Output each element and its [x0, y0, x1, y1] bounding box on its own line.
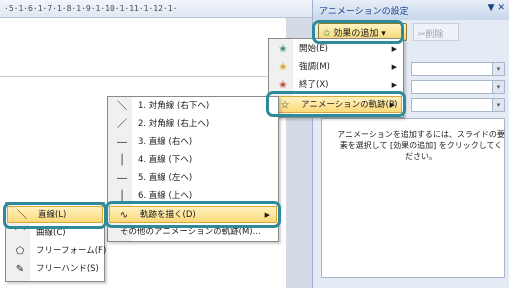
speed-dropdown[interactable]: ▾ — [411, 98, 505, 112]
menu-item-label: 終了(X) — [299, 80, 329, 90]
menu-item-label: 強調(M) — [299, 62, 330, 72]
remove-label: 削除 — [425, 30, 444, 40]
remove-button[interactable]: ✂削除 — [413, 23, 459, 41]
menu-item-diagonal-down-right[interactable]: ＼ 1. 対角線 (右下へ) — [108, 98, 278, 115]
menu-item-label: 2. 対角線 (右上へ) — [138, 119, 210, 129]
menu-item-label: その他のアニメーションの軌跡(M)... — [120, 227, 261, 237]
chevron-down-icon: ▾ — [492, 63, 504, 75]
menu-item-scribble[interactable]: ✎ フリーハンド(S) — [6, 261, 104, 278]
direction-dropdown[interactable]: ▾ — [411, 80, 505, 94]
highlight-callout — [266, 91, 406, 117]
scribble-icon: ✎ — [15, 264, 25, 275]
menu-item-label: 曲線(C) — [36, 228, 66, 238]
menu-item-label: フリーフォーム(F) — [36, 246, 107, 256]
chevron-down-icon: ▾ — [492, 99, 504, 111]
horizontal-line-icon: ― — [117, 137, 127, 148]
diagonal-line-icon: ＼ — [117, 101, 127, 112]
highlight-callout — [312, 20, 404, 44]
menu-item-label: 4. 直線 (下へ) — [138, 155, 193, 165]
task-pane-controls[interactable]: ▼ ✕ — [488, 3, 505, 13]
menu-item-line-right[interactable]: ― 3. 直線 (右へ) — [108, 134, 278, 151]
freeform-icon: ⬠ — [15, 246, 25, 257]
menu-item-freeform[interactable]: ⬠ フリーフォーム(F) — [6, 243, 107, 260]
remove-icon: ✂ — [418, 30, 426, 40]
diagonal-line-icon: ／ — [117, 119, 127, 130]
highlight-callout — [3, 202, 107, 229]
help-text: アニメーションを追加するには、スライドの要素を選択して [効果の追加] をクリッ… — [337, 130, 505, 161]
vertical-line-icon: │ — [118, 155, 126, 166]
menu-item-label: 6. 直線 (上へ) — [138, 191, 193, 201]
menu-item-label: 5. 直線 (左へ) — [138, 173, 193, 183]
menu-item-label: 3. 直線 (右へ) — [138, 137, 193, 147]
menu-item-label: フリーハンド(S) — [36, 264, 99, 274]
highlight-callout — [105, 201, 281, 228]
menu-item-line-left[interactable]: ― 5. 直線 (左へ) — [108, 170, 278, 187]
menu-item-diagonal-up-right[interactable]: ／ 2. 対角線 (右上へ) — [108, 116, 278, 133]
chevron-down-icon: ▾ — [492, 81, 504, 93]
horizontal-line-icon: ― — [117, 173, 127, 184]
submenu-arrow-icon: ▶ — [391, 63, 397, 71]
menu-item-label: 開始(E) — [299, 44, 329, 54]
task-pane-title: アニメーションの設定 — [313, 0, 509, 20]
menu-item-line-down[interactable]: │ 4. 直線 (下へ) — [108, 152, 278, 169]
animation-list[interactable]: アニメーションを追加するには、スライドの要素を選択して [効果の追加] をクリッ… — [321, 118, 505, 278]
emphasis-star-icon: ✬ — [278, 62, 288, 73]
start-dropdown[interactable]: ▾ — [411, 62, 505, 76]
menu-item-label: 1. 対角線 (右下へ) — [138, 101, 210, 111]
menu-item-emphasis[interactable]: ✬ 強調(M) ▶ — [269, 59, 403, 76]
horizontal-ruler: ·5·1·6·1·7·1·8·1·9·1·10·1·11·1·12·1· — [0, 0, 312, 18]
entrance-star-icon: ✬ — [278, 44, 288, 55]
